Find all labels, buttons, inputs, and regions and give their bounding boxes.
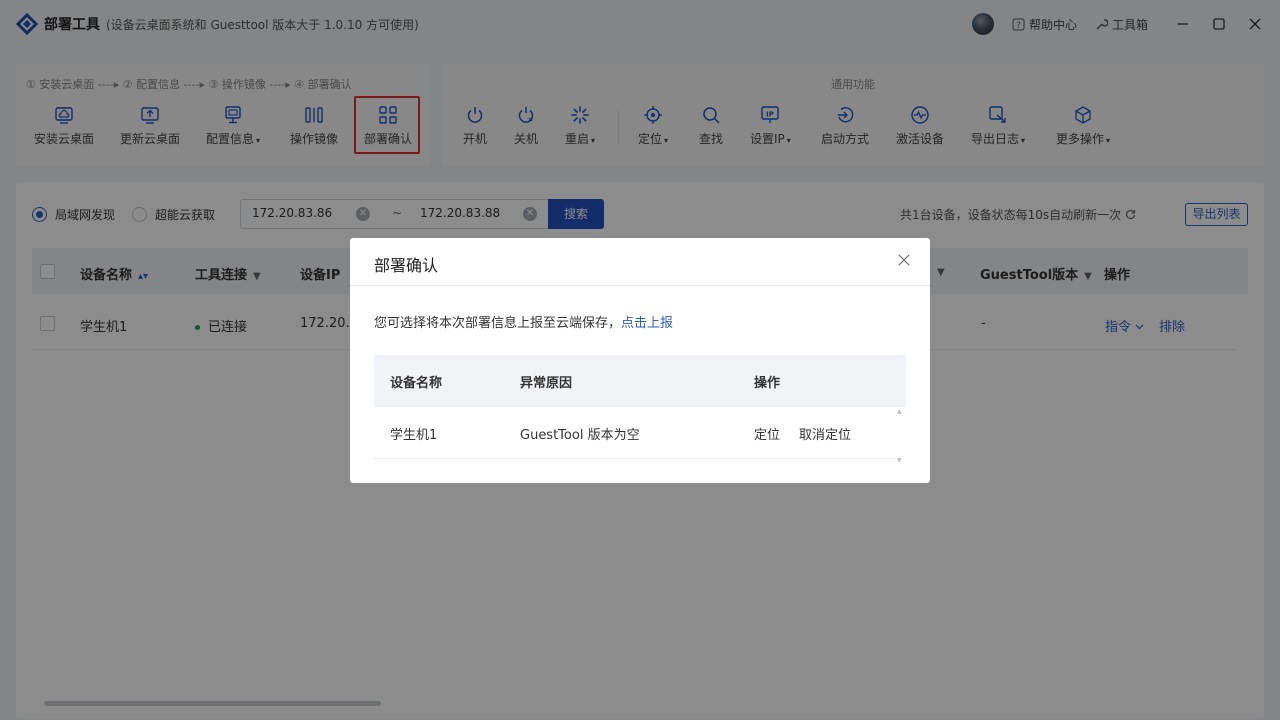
dialog-title: 部署确认 [374, 256, 439, 275]
dialog-row-device-name: 学生机1 [390, 428, 438, 443]
close-icon[interactable] [898, 254, 910, 266]
dialog-locate-link[interactable]: 定位 [754, 424, 780, 443]
dialog-cancel-locate-link[interactable]: 取消定位 [799, 424, 851, 443]
dialog-description: 您可选择将本次部署信息上报至云端保存，点击上报 [374, 312, 673, 331]
dialog-th-reason: 异常原因 [520, 376, 573, 391]
report-link[interactable]: 点击上报 [621, 316, 673, 331]
deploy-confirm-dialog: 部署确认 您可选择将本次部署信息上报至云端保存，点击上报 设备名称 异常原因 操… [350, 238, 930, 483]
dialog-description-label: 您可选择将本次部署信息上报至云端保存， [374, 316, 622, 331]
dialog-divider [350, 285, 930, 286]
dialog-row-divider [374, 458, 896, 459]
dialog-scroll-arrows[interactable]: ▲ ▼ [897, 408, 902, 464]
dialog-th-action: 操作 [754, 376, 781, 391]
dialog-table-header [374, 355, 906, 407]
dialog-row-reason: GuestTool 版本为空 [520, 428, 640, 443]
dialog-th-device-name: 设备名称 [390, 376, 443, 391]
